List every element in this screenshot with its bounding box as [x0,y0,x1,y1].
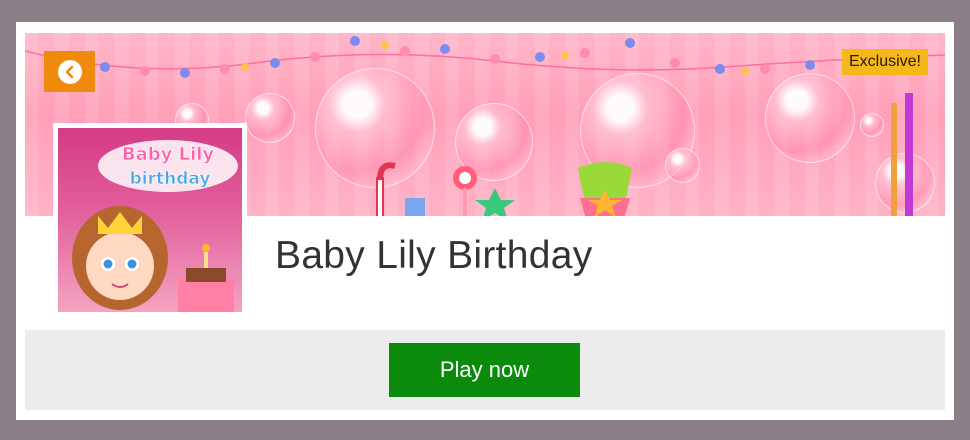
back-button[interactable] [44,51,95,92]
thumbnail-artwork: Baby Lily birthday [58,128,242,312]
ribbon-decoration [891,103,897,216]
thumbnail-logo-line1: Baby Lily [122,144,215,165]
ribbon-decoration [905,93,913,216]
bubble [860,113,884,137]
play-bar: Play now [25,330,945,410]
bubble [245,93,295,143]
game-card: Exclusive! Baby Lily birthday Baby Lily … [16,22,954,420]
thumbnail-illustration: Baby Lily birthday [72,140,238,312]
bubble [765,73,855,163]
game-title: Baby Lily Birthday [275,234,593,277]
exclusive-badge: Exclusive! [841,49,928,75]
gift-bag-decoration [578,162,632,216]
chevron-left-icon [57,59,82,84]
play-now-button[interactable]: Play now [389,343,580,397]
game-thumbnail[interactable]: Baby Lily birthday [53,123,247,317]
candy-decoration [376,162,515,216]
thumbnail-logo-line2: birthday [130,169,211,189]
bubble [665,148,700,183]
